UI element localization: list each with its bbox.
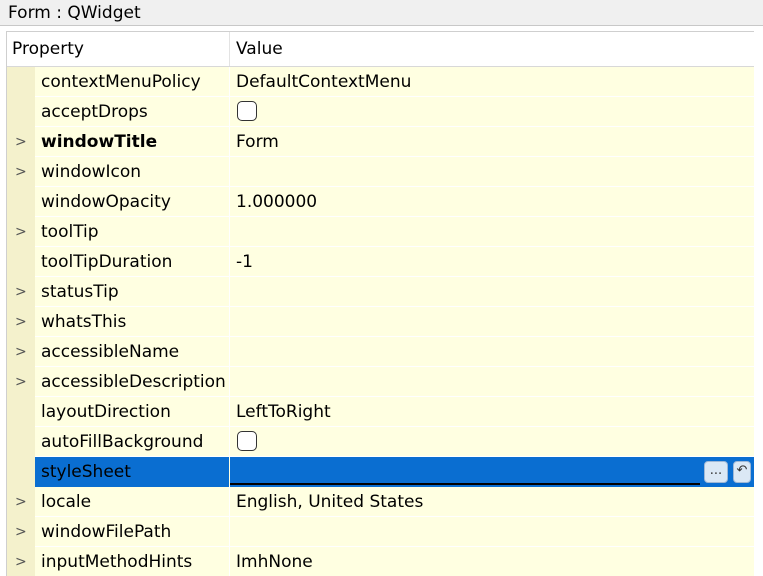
- property-name: toolTip: [41, 222, 99, 242]
- property-header: Property Value: [7, 32, 754, 67]
- property-row-contextMenuPolicy[interactable]: contextMenuPolicy DefaultContextMenu: [7, 67, 754, 97]
- property-row-autoFillBackground[interactable]: autoFillBackground: [7, 427, 754, 457]
- form-title: Form : QWidget: [0, 0, 763, 26]
- chevron-right-icon[interactable]: >: [15, 307, 29, 337]
- property-value[interactable]: Form: [236, 127, 279, 157]
- property-name: whatsThis: [41, 312, 127, 332]
- accept-drops-checkbox[interactable]: [237, 101, 257, 121]
- auto-fill-background-checkbox[interactable]: [237, 431, 257, 451]
- more-button[interactable]: ...: [704, 461, 728, 483]
- property-editor: Property Value contextMenuPolicy Default…: [6, 31, 754, 576]
- chevron-right-icon[interactable]: >: [15, 157, 29, 187]
- property-name: acceptDrops: [41, 102, 148, 122]
- property-row-accessibleDescription[interactable]: > accessibleDescription: [7, 367, 754, 397]
- property-value[interactable]: -1: [236, 247, 253, 277]
- header-divider[interactable]: [229, 32, 230, 66]
- chevron-right-icon[interactable]: >: [15, 547, 29, 576]
- chevron-right-icon[interactable]: >: [15, 337, 29, 367]
- property-row-windowOpacity[interactable]: windowOpacity 1.000000: [7, 187, 754, 217]
- property-name: styleSheet: [41, 462, 131, 482]
- property-name: windowIcon: [41, 162, 142, 182]
- chevron-right-icon[interactable]: >: [15, 517, 29, 547]
- stylesheet-input[interactable]: [230, 483, 700, 485]
- chevron-right-icon[interactable]: >: [15, 217, 29, 247]
- header-property[interactable]: Property: [12, 32, 84, 66]
- property-value[interactable]: 1.000000: [236, 187, 317, 217]
- property-name: toolTipDuration: [41, 252, 173, 272]
- chevron-right-icon[interactable]: >: [15, 367, 29, 397]
- property-name: statusTip: [41, 282, 119, 302]
- property-row-accessibleName[interactable]: > accessibleName: [7, 337, 754, 367]
- header-value[interactable]: Value: [236, 32, 283, 66]
- property-name: accessibleName: [41, 342, 180, 362]
- property-row-acceptDrops[interactable]: acceptDrops: [7, 97, 754, 127]
- property-name: contextMenuPolicy: [41, 72, 201, 92]
- property-row-layoutDirection[interactable]: layoutDirection LeftToRight: [7, 397, 754, 427]
- property-row-toolTip[interactable]: > toolTip: [7, 217, 754, 247]
- property-value[interactable]: DefaultContextMenu: [236, 67, 411, 97]
- property-name: windowOpacity: [41, 192, 171, 212]
- property-name: accessibleDescription: [41, 372, 226, 392]
- chevron-right-icon[interactable]: >: [15, 487, 29, 517]
- property-row-styleSheet[interactable]: styleSheet ... ↶: [7, 457, 754, 487]
- stylesheet-editor[interactable]: ... ↶: [230, 457, 754, 487]
- property-row-windowTitle[interactable]: > windowTitle Form: [7, 127, 754, 157]
- property-value[interactable]: LeftToRight: [236, 397, 331, 427]
- property-value[interactable]: ImhNone: [236, 547, 313, 576]
- property-row-whatsThis[interactable]: > whatsThis: [7, 307, 754, 337]
- property-value[interactable]: English, United States: [236, 487, 423, 517]
- property-row-windowIcon[interactable]: > windowIcon: [7, 157, 754, 187]
- property-row-inputMethodHints[interactable]: > inputMethodHints ImhNone: [7, 547, 754, 576]
- property-name: layoutDirection: [41, 402, 171, 422]
- property-name: windowFilePath: [41, 522, 172, 542]
- property-row-windowFilePath[interactable]: > windowFilePath: [7, 517, 754, 547]
- chevron-right-icon[interactable]: >: [15, 127, 29, 157]
- property-name: locale: [41, 492, 92, 512]
- property-row-statusTip[interactable]: > statusTip: [7, 277, 754, 307]
- chevron-right-icon[interactable]: >: [15, 277, 29, 307]
- property-name: autoFillBackground: [41, 432, 204, 452]
- property-row-toolTipDuration[interactable]: toolTipDuration -1: [7, 247, 754, 277]
- property-row-locale[interactable]: > locale English, United States: [7, 487, 754, 517]
- reset-arrow-icon[interactable]: ↶: [733, 461, 751, 483]
- property-name: windowTitle: [41, 132, 158, 152]
- property-name: inputMethodHints: [41, 552, 193, 572]
